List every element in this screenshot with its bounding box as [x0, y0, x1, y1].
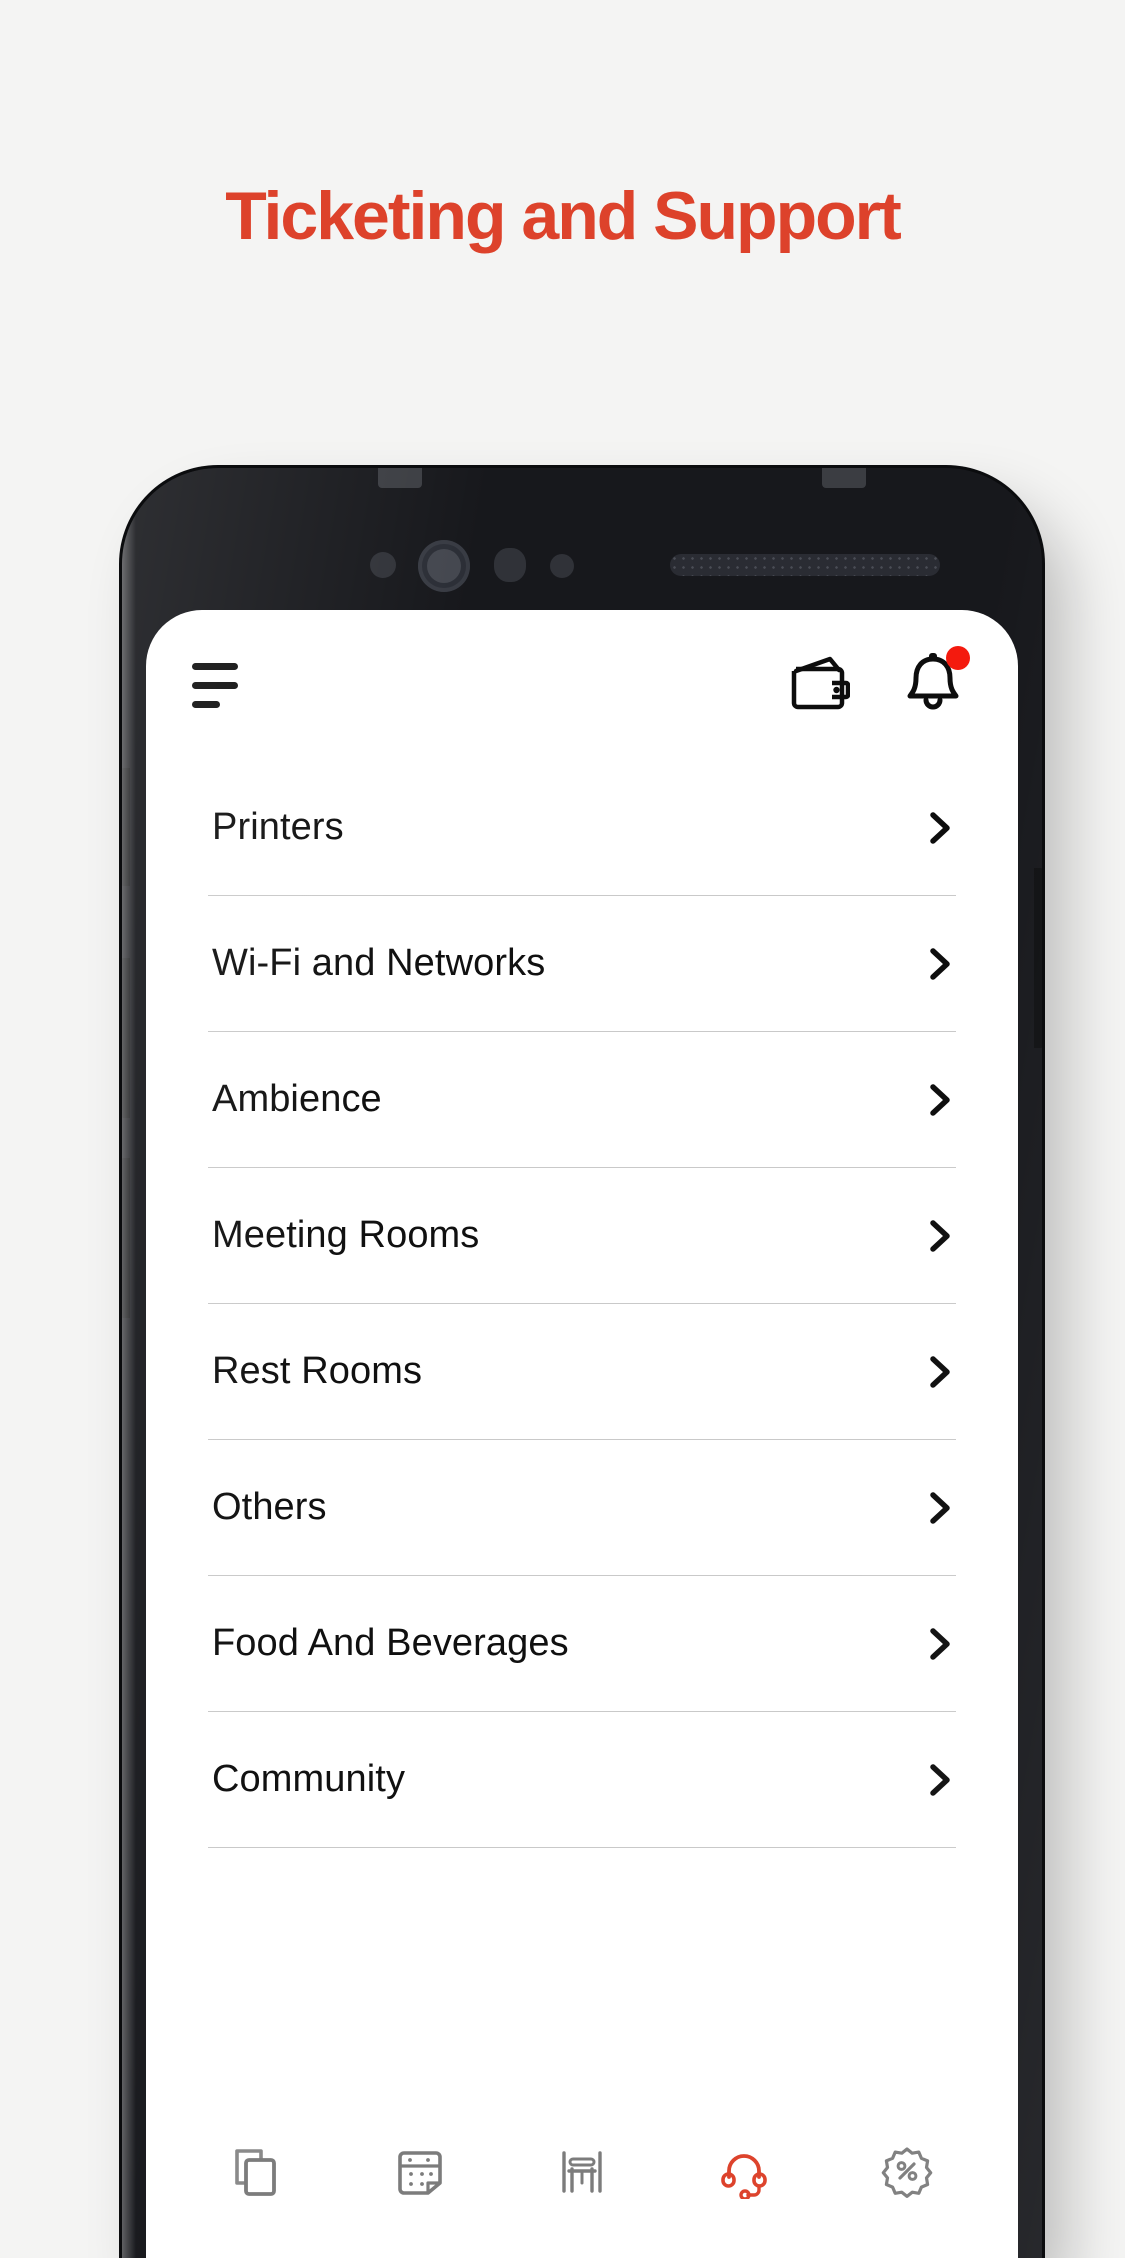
nav-offers[interactable] [859, 2126, 955, 2222]
offers-badge-icon [881, 2145, 933, 2204]
light-sensor [550, 554, 574, 578]
list-item[interactable]: Printers [188, 760, 976, 895]
chevron-right-icon [924, 1627, 958, 1661]
page-title: Ticketing and Support [225, 178, 902, 254]
chevron-right-icon [924, 1763, 958, 1797]
desk-icon [556, 2145, 608, 2204]
chevron-right-icon [924, 811, 958, 845]
earpiece-speaker [670, 554, 940, 576]
front-camera-icon [418, 540, 470, 592]
phone-edge-highlight [122, 468, 136, 2258]
list-item[interactable]: Others [188, 1440, 976, 1575]
chevron-right-icon [924, 1083, 958, 1117]
pages-icon [231, 2145, 283, 2204]
list-item[interactable]: Wi-Fi and Networks [188, 896, 976, 1031]
list-item[interactable]: Ambience [188, 1032, 976, 1167]
header-actions [790, 645, 970, 719]
list-item-label: Meeting Rooms [212, 1214, 480, 1256]
chevron-right-icon [924, 947, 958, 981]
antenna-band-left [378, 468, 422, 488]
list-item[interactable]: Community [188, 1712, 976, 1847]
iris-scanner [494, 548, 526, 582]
chevron-right-icon [924, 1219, 958, 1253]
phone-screen: Printers Wi-Fi and Networks Ambience Mee… [146, 610, 1018, 2258]
notifications-button[interactable] [904, 645, 970, 719]
list-item-label: Wi-Fi and Networks [212, 942, 546, 984]
menu-line-1 [192, 662, 238, 670]
list-item-label: Ambience [212, 1078, 382, 1120]
support-category-list: Printers Wi-Fi and Networks Ambience Mee… [146, 760, 1018, 1848]
support-headset-icon [718, 2145, 770, 2204]
notification-badge [946, 645, 970, 670]
hamburger-menu-icon[interactable] [192, 662, 238, 708]
nav-booking[interactable] [372, 2126, 468, 2222]
list-item-label: Community [212, 1758, 406, 1800]
list-item-label: Rest Rooms [212, 1350, 423, 1392]
power-button[interactable] [1034, 868, 1042, 1048]
nav-support[interactable] [696, 2126, 792, 2222]
list-item-label: Printers [212, 806, 344, 848]
list-item-label: Food And Beverages [212, 1622, 569, 1664]
phone-mockup: Printers Wi-Fi and Networks Ambience Mee… [122, 468, 1042, 2258]
chevron-right-icon [924, 1491, 958, 1525]
list-item[interactable]: Food And Beverages [188, 1576, 976, 1711]
wallet-button[interactable] [790, 655, 851, 716]
wallet-icon [790, 655, 851, 716]
app-header [146, 610, 1018, 760]
booking-calendar-icon [394, 2145, 446, 2204]
nav-pages[interactable] [209, 2126, 305, 2222]
bottom-navigation-bar [146, 2108, 1018, 2258]
menu-line-3 [192, 700, 220, 708]
nav-desk[interactable] [534, 2126, 630, 2222]
antenna-band-right [822, 468, 866, 488]
chevron-right-icon [924, 1355, 958, 1389]
list-item[interactable]: Rest Rooms [188, 1304, 976, 1439]
list-item[interactable]: Meeting Rooms [188, 1168, 976, 1303]
list-divider [208, 1847, 956, 1848]
proximity-sensor [370, 552, 396, 578]
list-item-label: Others [212, 1486, 327, 1528]
menu-line-2 [192, 681, 238, 689]
